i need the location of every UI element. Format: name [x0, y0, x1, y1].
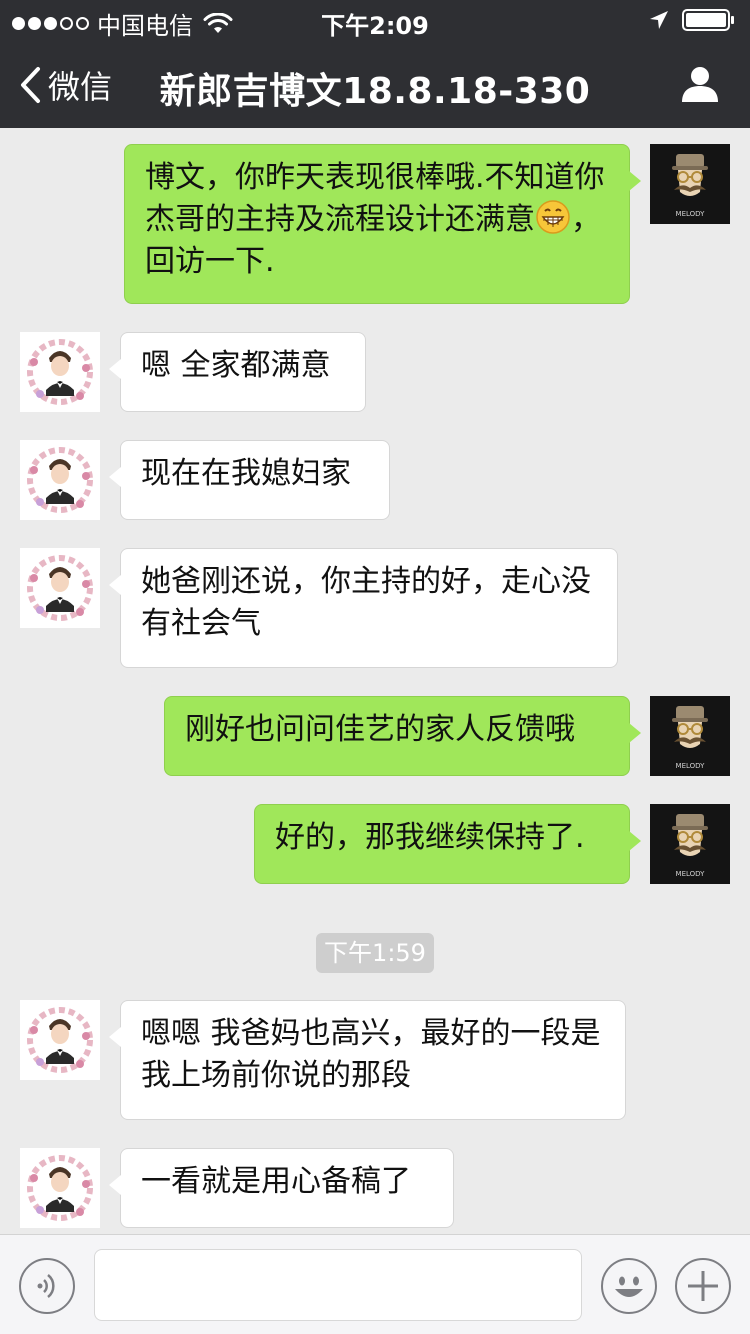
groom-avatar-icon	[20, 332, 100, 412]
contact-avatar[interactable]	[20, 332, 100, 412]
my-avatar[interactable]: MELODY	[650, 144, 730, 224]
contact-avatar[interactable]	[20, 1148, 100, 1228]
message-bubble[interactable]: 现在在我媳妇家	[109, 440, 390, 520]
message-bubble[interactable]: 嗯 全家都满意	[109, 332, 366, 412]
contact-avatar[interactable]	[20, 1000, 100, 1080]
message-text: 一看就是用心备稿了	[141, 1164, 411, 1199]
message-bubble[interactable]: 嗯嗯 我爸妈也高兴，最好的一段是我上场前你说的那段	[109, 1000, 626, 1120]
smiley-icon[interactable]	[600, 1257, 658, 1315]
message-bubble[interactable]: 好的，那我继续保持了.	[254, 804, 641, 884]
my-avatar[interactable]: MELODY	[650, 696, 730, 776]
my-avatar[interactable]: MELODY	[650, 804, 730, 884]
message-input[interactable]	[94, 1249, 582, 1321]
message-bubble[interactable]: 刚好也问问佳艺的家人反馈哦	[164, 696, 641, 776]
avatar-badge-text: MELODY	[676, 762, 706, 770]
mustache-hat-avatar-icon: MELODY	[650, 144, 730, 224]
message-bubble[interactable]: 她爸刚还说，你主持的好，走心没有社会气	[109, 548, 618, 668]
message-text: 嗯嗯 我爸妈也高兴，最好的一段是我上场前你说的那段	[141, 1016, 601, 1093]
message-text: 刚好也问问佳艺的家人反馈哦	[185, 712, 575, 747]
timestamp-label: 下午1:59	[316, 933, 434, 973]
message-text: 现在在我媳妇家	[141, 456, 351, 491]
mustache-hat-avatar-icon: MELODY	[650, 696, 730, 776]
groom-avatar-icon	[20, 1148, 100, 1228]
message-bubble[interactable]: 一看就是用心备稿了	[109, 1148, 454, 1228]
person-icon[interactable]	[680, 64, 720, 104]
status-bar: 中国电信 下午2:09	[0, 0, 750, 40]
message-bubble[interactable]: 博文，你昨天表现很棒哦.不知道你杰哥的主持及流程设计还满意 ，回访一下.	[124, 144, 641, 304]
message-text: 嗯 全家都满意	[141, 348, 331, 383]
plus-icon[interactable]	[674, 1257, 732, 1315]
grin-emoji-icon	[536, 200, 570, 234]
status-time: 下午2:09	[321, 12, 429, 40]
message-text: 好的，那我继续保持了.	[275, 820, 585, 855]
voice-icon[interactable]	[18, 1257, 76, 1315]
status-right	[648, 8, 736, 32]
chat-title: 新郎吉博文18.8.18-330	[159, 71, 591, 112]
groom-avatar-icon	[20, 440, 100, 520]
input-bar	[0, 1234, 750, 1334]
contact-avatar[interactable]	[20, 440, 100, 520]
message-text: 她爸刚还说，你主持的好，走心没有社会气	[141, 564, 591, 641]
location-arrow-icon	[650, 11, 668, 29]
groom-avatar-icon	[20, 548, 100, 628]
contact-avatar[interactable]	[20, 548, 100, 628]
nav-bar: 微信 新郎吉博文18.8.18-330	[0, 40, 750, 128]
top-bar: 中国电信 下午2:09 微信 新郎吉博文18.8.18-330	[0, 0, 750, 128]
chat-area[interactable]: 博文，你昨天表现很棒哦.不知道你杰哥的主持及流程设计还满意 ，回访一下. MEL…	[0, 128, 750, 1234]
groom-avatar-icon	[20, 1000, 100, 1080]
avatar-badge-text: MELODY	[676, 870, 706, 878]
avatar-badge-text: MELODY	[676, 210, 706, 218]
battery-icon	[682, 9, 734, 31]
mustache-hat-avatar-icon: MELODY	[650, 804, 730, 884]
